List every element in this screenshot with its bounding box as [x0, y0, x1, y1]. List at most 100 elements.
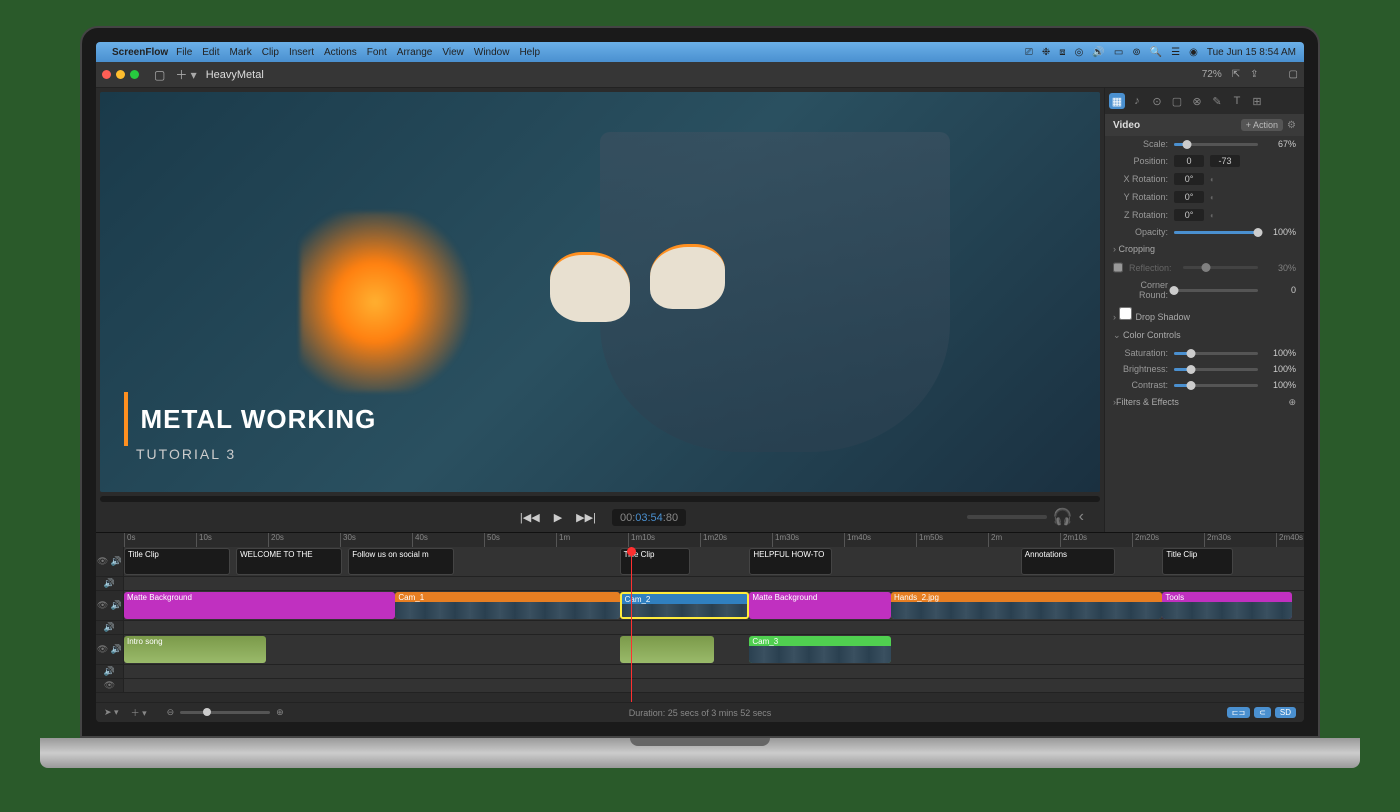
yrotation-dial[interactable]: ◐ — [1210, 193, 1220, 202]
clip[interactable]: Hands_2.jpg — [891, 592, 1162, 619]
media-tab-icon[interactable]: ⊞ — [1249, 93, 1265, 109]
collapse-icon[interactable]: ‹ — [1079, 508, 1084, 526]
track-3-head[interactable]: 👁 🔊 — [96, 635, 124, 664]
clip[interactable]: Matte Background — [124, 592, 395, 619]
zrotation-input[interactable]: 0° — [1174, 209, 1204, 221]
snap-icon[interactable]: ⊏⊐ — [1227, 707, 1250, 718]
next-button[interactable]: ▶▶| — [570, 508, 602, 527]
corner-slider[interactable] — [1174, 289, 1258, 292]
headphones-icon[interactable]: 🎧 — [1053, 507, 1073, 527]
clip[interactable]: Matte Background — [749, 592, 891, 619]
clip[interactable] — [620, 636, 714, 663]
contrast-value[interactable]: 100% — [1264, 380, 1296, 390]
track-3b[interactable] — [124, 665, 1304, 678]
opacity-slider[interactable] — [1174, 231, 1258, 234]
touch-tab-icon[interactable]: ⊗ — [1189, 93, 1205, 109]
menu-font[interactable]: Font — [367, 47, 387, 58]
track-3[interactable]: Intro songCam_3 — [124, 635, 1304, 664]
brightness-value[interactable]: 100% — [1264, 364, 1296, 374]
inspector-toggle-icon[interactable]: ▢ — [1289, 69, 1298, 80]
camera-icon[interactable]: ⎚ — [1025, 47, 1033, 58]
filters-section[interactable]: Filters & Effects⊕ — [1105, 393, 1304, 412]
contrast-slider[interactable] — [1174, 384, 1258, 387]
gear-icon[interactable]: ⚙ — [1287, 120, 1296, 131]
saturation-value[interactable]: 100% — [1264, 348, 1296, 358]
timecode-display[interactable]: 00:03:54:80 — [612, 509, 686, 526]
menubar-icon[interactable]: ❉ — [1042, 47, 1050, 58]
menu-edit[interactable]: Edit — [202, 47, 219, 58]
position-x-input[interactable]: 0 — [1174, 155, 1204, 167]
battery-icon[interactable]: ▭ — [1114, 47, 1123, 58]
zrotation-dial[interactable]: ◐ — [1210, 211, 1220, 220]
track-2[interactable]: Matte BackgroundCam_1Cam_2Matte Backgrou… — [124, 591, 1304, 620]
playhead[interactable] — [631, 547, 632, 702]
clip[interactable]: WELCOME TO THE — [236, 548, 342, 575]
scale-slider[interactable] — [1174, 143, 1258, 146]
magnet-icon[interactable]: ⊂ — [1254, 707, 1271, 718]
reflection-slider[interactable] — [1183, 266, 1258, 269]
cropping-section[interactable]: Cropping — [1105, 240, 1304, 258]
menu-actions[interactable]: Actions — [324, 47, 357, 58]
reflection-checkbox[interactable] — [1113, 261, 1123, 274]
menu-mark[interactable]: Mark — [230, 47, 252, 58]
close-window-button[interactable] — [102, 70, 111, 79]
add-filter-icon[interactable]: ⊕ — [1288, 397, 1296, 408]
clock[interactable]: Tue Jun 15 8:54 AM — [1207, 47, 1296, 58]
title-overlay[interactable]: METAL WORKING TUTORIAL 3 — [124, 392, 376, 462]
dropshadow-section[interactable]: Drop Shadow — [1105, 303, 1304, 326]
video-tab-icon[interactable]: ▦ — [1109, 93, 1125, 109]
dropshadow-checkbox[interactable] — [1119, 307, 1132, 320]
track-4-head[interactable]: 👁 — [96, 679, 124, 692]
sidebar-toggle-icon[interactable]: ▢ — [154, 68, 165, 82]
dropbox-icon[interactable]: ⧈ — [1059, 47, 1065, 58]
canvas-preview[interactable]: METAL WORKING TUTORIAL 3 — [100, 92, 1100, 492]
callout-tab-icon[interactable]: ▢ — [1169, 93, 1185, 109]
menu-insert[interactable]: Insert — [289, 47, 314, 58]
zoom-in-icon[interactable]: ⊕ — [276, 707, 284, 718]
add-track-icon[interactable]: ＋ ▾ — [131, 706, 147, 719]
volume-icon[interactable]: 🔊 — [1092, 47, 1104, 58]
menu-file[interactable]: File — [176, 47, 192, 58]
timeline-zoom-slider[interactable] — [180, 711, 270, 714]
track-1-head[interactable]: 👁 🔊 — [96, 547, 124, 576]
sd-badge[interactable]: SD — [1275, 707, 1296, 718]
opacity-value[interactable]: 100% — [1264, 227, 1296, 237]
play-button[interactable]: ▶ — [548, 508, 568, 527]
menu-view[interactable]: View — [442, 47, 464, 58]
clip[interactable]: Cam_2 — [620, 592, 750, 619]
crop-icon[interactable]: ⇱ — [1232, 69, 1240, 80]
scale-value[interactable]: 67% — [1264, 139, 1296, 149]
timeline-ruler[interactable]: 0s10s20s30s40s50s1m1m10s1m20s1m30s1m40s1… — [96, 533, 1304, 547]
track-1b-head[interactable]: 🔊 — [96, 577, 124, 590]
clip[interactable]: Title Clip — [1162, 548, 1233, 575]
share-icon[interactable]: ⇪ — [1250, 69, 1258, 80]
clip[interactable]: HELPFUL HOW-TO — [749, 548, 832, 575]
add-action-button[interactable]: + Action — [1241, 119, 1283, 131]
audio-tab-icon[interactable]: ♪ — [1129, 93, 1145, 109]
menu-clip[interactable]: Clip — [262, 47, 279, 58]
prev-button[interactable]: |◀◀ — [514, 508, 546, 527]
wifi-icon[interactable]: ⊚ — [1132, 47, 1140, 58]
text-tab-icon[interactable]: T — [1229, 93, 1245, 109]
control-center-icon[interactable]: ☰ — [1171, 47, 1180, 58]
clip[interactable]: Tools — [1162, 592, 1292, 619]
add-button[interactable]: ＋ ▾ — [175, 66, 196, 83]
corner-value[interactable]: 0 — [1264, 285, 1296, 295]
siri-icon[interactable]: ◉ — [1189, 47, 1198, 58]
track-2b[interactable] — [124, 621, 1304, 634]
minimize-window-button[interactable] — [116, 70, 125, 79]
zoom-out-icon[interactable]: ⊖ — [167, 707, 175, 718]
screen-tab-icon[interactable]: ⊙ — [1149, 93, 1165, 109]
search-icon[interactable]: 🔍 — [1150, 47, 1162, 58]
clip[interactable]: Annotations — [1021, 548, 1115, 575]
fullscreen-window-button[interactable] — [130, 70, 139, 79]
menu-window[interactable]: Window — [474, 47, 510, 58]
track-2b-head[interactable]: 🔊 — [96, 621, 124, 634]
pointer-tool-icon[interactable]: ➤ ▾ — [104, 707, 119, 718]
brightness-slider[interactable] — [1174, 368, 1258, 371]
clip[interactable]: Cam_3 — [749, 636, 891, 663]
menu-arrange[interactable]: Arrange — [397, 47, 433, 58]
yrotation-input[interactable]: 0° — [1174, 191, 1204, 203]
clip[interactable]: Cam_1 — [395, 592, 619, 619]
clip[interactable]: Title Clip — [124, 548, 230, 575]
